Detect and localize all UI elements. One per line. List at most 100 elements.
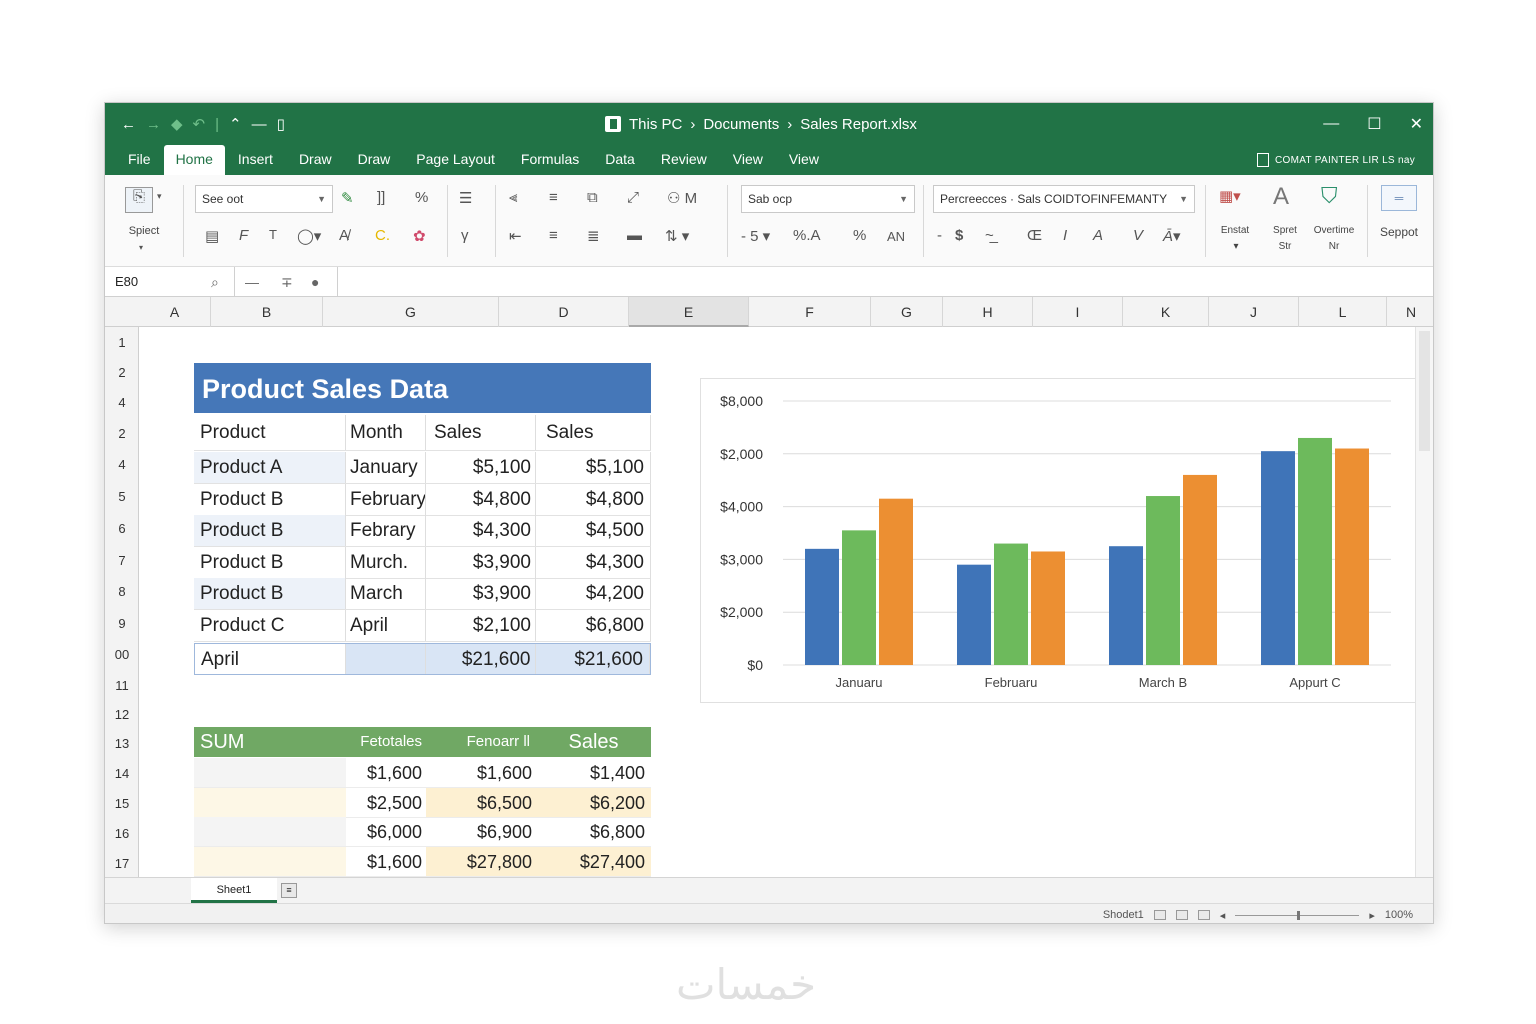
- zoom-out-icon[interactable]: ◂: [1220, 909, 1226, 922]
- cell[interactable]: [346, 644, 426, 674]
- sheet-tab-sheet1[interactable]: Sheet1: [191, 878, 277, 903]
- column-header-f[interactable]: F: [749, 297, 871, 327]
- cell[interactable]: $2,100: [426, 610, 536, 641]
- tab-data[interactable]: Data: [592, 145, 648, 175]
- vertical-scrollbar[interactable]: [1415, 327, 1433, 877]
- chevron-down-icon[interactable]: ▾: [139, 243, 143, 252]
- cell[interactable]: [194, 847, 346, 876]
- column-header-g[interactable]: G: [323, 297, 499, 327]
- cell[interactable]: March: [346, 578, 426, 609]
- font-name-combo[interactable]: See oot ▼: [195, 185, 333, 213]
- chart-bar[interactable]: [1109, 546, 1143, 665]
- orientation-icon[interactable]: ⤢: [627, 189, 639, 206]
- italic-icon[interactable]: F: [239, 227, 248, 244]
- font-size-combo[interactable]: Sab ocp ▼: [741, 185, 915, 213]
- dash-icon[interactable]: -: [937, 227, 942, 244]
- percent-style-button[interactable]: %: [853, 227, 866, 244]
- column-header-l[interactable]: L: [1299, 297, 1387, 327]
- close-button[interactable]: ✕: [1410, 114, 1423, 134]
- tab-home[interactable]: Home: [163, 145, 225, 175]
- chart-bar[interactable]: [994, 543, 1028, 665]
- cell[interactable]: $4,500: [536, 515, 651, 546]
- scrollbar-thumb[interactable]: [1419, 331, 1430, 451]
- cell[interactable]: April: [195, 644, 347, 674]
- column-header-h[interactable]: H: [943, 297, 1033, 327]
- header-cell[interactable]: SUM: [194, 727, 346, 757]
- chevron-down-icon[interactable]: ▾: [157, 191, 162, 202]
- percent-icon[interactable]: %: [415, 189, 428, 206]
- tab-file[interactable]: File: [115, 145, 164, 175]
- insert-cells-icon[interactable]: ▦▾: [1219, 187, 1241, 205]
- row-header[interactable]: 15: [105, 796, 139, 811]
- row-header[interactable]: 4: [105, 457, 139, 472]
- zoom-level[interactable]: 100%: [1385, 909, 1413, 921]
- row-header[interactable]: 6: [105, 521, 139, 536]
- cell[interactable]: $6,000: [346, 817, 426, 846]
- text-icon[interactable]: T: [269, 227, 277, 242]
- decimal-button[interactable]: AN: [887, 229, 905, 244]
- cell[interactable]: $6,800: [536, 817, 651, 846]
- cell[interactable]: Febrary: [346, 515, 426, 546]
- row-header[interactable]: 8: [105, 584, 139, 599]
- row-header[interactable]: 4: [105, 395, 139, 410]
- cell[interactable]: $2,500: [346, 788, 426, 817]
- column-header-i[interactable]: I: [1033, 297, 1123, 327]
- italic-icon[interactable]: I: [1063, 227, 1067, 244]
- forward-icon[interactable]: →: [146, 116, 161, 133]
- strikethrough-icon[interactable]: A̸: [339, 227, 349, 244]
- cell[interactable]: $1,600: [426, 758, 536, 787]
- align-center-icon[interactable]: ≡: [549, 189, 558, 206]
- cell[interactable]: $5,100: [536, 452, 651, 483]
- font-color-icon[interactable]: A: [1093, 227, 1103, 244]
- cell[interactable]: $27,800: [426, 847, 536, 876]
- cell[interactable]: [194, 817, 346, 846]
- chart-bar[interactable]: [1261, 451, 1295, 665]
- support-icon[interactable]: ═: [1381, 185, 1417, 211]
- color-brush-icon[interactable]: ✎: [341, 189, 354, 207]
- cell[interactable]: $21,600: [425, 644, 536, 674]
- bracket-icon[interactable]: ]]: [377, 189, 385, 206]
- cell[interactable]: $3,900: [426, 578, 536, 609]
- underline-icon[interactable]: V: [1133, 227, 1143, 244]
- page-layout-view-icon[interactable]: [1175, 910, 1188, 920]
- color-palette-icon[interactable]: ✿: [413, 227, 426, 245]
- wrap-text-icon[interactable]: ⧉: [587, 189, 598, 206]
- cell[interactable]: Product B: [194, 484, 346, 515]
- page-break-view-icon[interactable]: [1197, 910, 1210, 920]
- cell[interactable]: [194, 758, 346, 787]
- chevron-up-icon[interactable]: ⌃: [229, 115, 242, 133]
- text-direction-icon[interactable]: γ: [461, 227, 469, 244]
- cell[interactable]: $1,400: [536, 758, 651, 787]
- cell[interactable]: $4,300: [536, 547, 651, 578]
- column-header-g2[interactable]: G: [871, 297, 943, 327]
- currency-icon[interactable]: $: [955, 227, 963, 244]
- worksheet-grid[interactable]: Product Sales Data Product Month Sales S…: [139, 327, 1424, 877]
- normal-view-icon[interactable]: [1153, 910, 1166, 920]
- maximize-button[interactable]: ☐: [1367, 114, 1381, 134]
- zoom-slider[interactable]: [1235, 910, 1360, 920]
- chart-bar[interactable]: [1298, 437, 1332, 665]
- format-font-icon[interactable]: A: [1273, 183, 1289, 211]
- row-header[interactable]: 00: [105, 647, 139, 662]
- tab-draw-2[interactable]: Draw: [345, 145, 404, 175]
- cell[interactable]: $27,400: [536, 847, 651, 876]
- indent-icon[interactable]: ⇤: [509, 227, 522, 245]
- merge-icon[interactable]: ⚇ M: [667, 189, 697, 207]
- row-header[interactable]: 7: [105, 553, 139, 568]
- shield-icon[interactable]: ⛉: [1321, 183, 1338, 209]
- text-effects-icon[interactable]: Ā▾: [1163, 227, 1181, 245]
- cell[interactable]: February: [346, 484, 426, 515]
- cell[interactable]: Product B: [194, 578, 346, 609]
- cell[interactable]: $4,200: [536, 578, 651, 609]
- column-header-a[interactable]: A: [139, 297, 211, 327]
- chart-bar[interactable]: [842, 530, 876, 665]
- cell[interactable]: $1,600: [346, 758, 426, 787]
- header-cell[interactable]: Sales: [536, 727, 651, 757]
- column-header-e[interactable]: E: [629, 297, 749, 327]
- chart-bar[interactable]: [805, 548, 839, 665]
- align-right-icon[interactable]: ≣: [587, 227, 600, 245]
- fill-icon[interactable]: ▬: [627, 227, 642, 244]
- align-left-icon[interactable]: ⫷: [509, 189, 517, 206]
- undo-icon[interactable]: ↶: [193, 115, 206, 133]
- row-header[interactable]: 2: [105, 426, 139, 441]
